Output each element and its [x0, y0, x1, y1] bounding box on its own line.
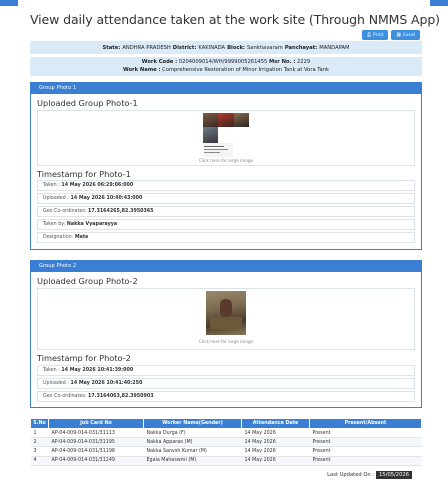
cell-job-card: AP-04-009-014-031/31113 — [48, 428, 144, 439]
photo-1-large-link[interactable]: Click here for large image — [38, 158, 414, 163]
cell-job-card: AP-04-009-014-031/31249 — [48, 456, 144, 466]
uploaded-label: Uploaded : — [43, 381, 69, 386]
block-value: Sankhavaram — [247, 44, 283, 51]
designation-value: Mate — [74, 235, 89, 240]
export-buttons: ⎙ Print ▦ Excel — [361, 30, 420, 40]
table-row: 3 AP-04-009-014-031/31198 Nakka Sanvsh K… — [30, 446, 422, 457]
cell-date: 14 May 2026 — [241, 437, 310, 448]
photo-2-large-link[interactable]: Click here for large image — [38, 339, 414, 344]
uploaded-label: Uploaded : — [43, 196, 69, 201]
block-label: Block: — [227, 44, 245, 51]
cell-date: 14 May 2026 — [241, 446, 310, 457]
cell-worker-name: Nakka Apparao (M) — [143, 437, 242, 448]
cell-sno: 3 — [30, 446, 49, 457]
designation-row: Designation: Mate — [37, 232, 415, 243]
district-label: District: — [172, 44, 197, 51]
geo-label: Geo Co-ordinates: — [43, 394, 87, 399]
table-header-row: S.No Job Card No Worker Name(Gender) Att… — [30, 418, 422, 429]
taken-by-label: Taken by: — [43, 222, 66, 227]
group-photo-2-panel: Group Photo 2 Uploaded Group Photo-2 Cli… — [30, 260, 422, 408]
taken-label: Taken : — [43, 183, 60, 188]
designation-label: Designation: — [43, 235, 74, 240]
geo-value: 17.3164265,82.3950365 — [87, 209, 154, 214]
cell-status: Present — [309, 437, 422, 448]
taken-by-value: Nakka Vyaparayya — [66, 222, 118, 227]
last-updated-label: Last Updated On : — [327, 472, 375, 478]
spreadsheet-icon: ▦ — [396, 32, 402, 38]
geo-1-row: Geo Co-ordinates: 17.3164265,82.3950365 — [37, 206, 415, 217]
cell-sno: 4 — [30, 456, 49, 466]
panchayat-value: MANDAPAM — [319, 44, 350, 51]
geo-2-row: Geo Co-ordinates: 17.3164063,82.3950903 — [37, 391, 415, 402]
geo-value: 17.3164063,82.3950903 — [87, 394, 154, 399]
corner-text: ... — [441, 0, 444, 4]
taken-by-row: Taken by: Nakka Vyaparayya — [37, 219, 415, 230]
table-row: 4 AP-04-009-014-031/31249 Egala Maheswmi… — [30, 456, 422, 466]
work-code-value: 0204009014/WH/9999005261455 — [178, 59, 268, 65]
panel-header: Group Photo 1 — [31, 83, 421, 94]
cell-sno: 2 — [30, 437, 49, 448]
muster-label: Msr No. : — [268, 59, 296, 65]
photo-1-frame: Click here for large image — [37, 110, 415, 166]
taken-value: 14 May 2026 06:29:06:000 — [61, 183, 134, 188]
photo-2-heading: Uploaded Group Photo-2 — [37, 276, 138, 286]
print-button[interactable]: ⎙ Print — [361, 30, 389, 40]
excel-button[interactable]: ▦ Excel — [391, 30, 420, 40]
page: View daily attendance taken at the work … — [18, 0, 440, 483]
group-photo-2-image[interactable] — [206, 291, 246, 335]
panchayat-label: Panchayat: — [284, 44, 318, 51]
page-title: View daily attendance taken at the work … — [30, 12, 440, 27]
photo-1-heading: Uploaded Group Photo-1 — [37, 98, 138, 108]
cell-worker-name: Egala Maheswmi (M) — [143, 456, 242, 466]
work-info-bar: Work Code : 0204009014/WH/9999005261455 … — [30, 57, 422, 76]
table-row: 1 AP-04-009-014-031/31113 Nakka Durga (F… — [30, 428, 422, 439]
cell-worker-name: Nakka Durga (F) — [143, 428, 242, 439]
cell-date: 14 May 2026 — [241, 428, 310, 439]
col-job-card: Job Card No — [48, 418, 144, 429]
print-label: Print — [372, 32, 384, 38]
taken-value: 14 May 2026 10:41:39:000 — [61, 368, 134, 373]
cell-worker-name: Nakka Sanvsh Kumar (M) — [143, 446, 242, 457]
cell-job-card: AP-04-009-014-031/31198 — [48, 446, 144, 457]
panel-header: Group Photo 2 — [31, 261, 421, 272]
cell-job-card: AP-04-009-014-031/31195 — [48, 437, 144, 448]
last-updated-date: 15/05/2026 — [376, 471, 412, 479]
photo-2-frame: Click here for large image — [37, 288, 415, 350]
excel-label: Excel — [403, 32, 415, 38]
taken-2-row: Taken : 14 May 2026 10:41:39:000 — [37, 365, 415, 376]
cell-status: Present — [309, 456, 422, 466]
cell-status: Present — [309, 428, 422, 439]
muster-value: 2229 — [296, 59, 311, 65]
col-worker-name: Worker Name(Gender) — [143, 418, 242, 429]
table-row: 2 AP-04-009-014-031/31195 Nakka Apparao … — [30, 437, 422, 448]
group-photo-1-panel: Group Photo 1 Uploaded Group Photo-1 Cli… — [30, 82, 422, 250]
attendance-table: S.No Job Card No Worker Name(Gender) Att… — [30, 418, 422, 466]
district-value: KAKINADA — [198, 44, 226, 51]
uploaded-value: 14 May 2026 10:40:43:000 — [70, 196, 143, 201]
state-label: State: — [102, 44, 121, 51]
uploaded-2-row: Uploaded : 14 May 2026 10:41:40:250 — [37, 378, 415, 389]
cell-sno: 1 — [30, 428, 49, 439]
location-bar: State: ANDHRA PRADESH District: KAKINADA B… — [30, 41, 422, 54]
cell-date: 14 May 2026 — [241, 456, 310, 466]
geo-label: Geo Co-ordinates: — [43, 209, 87, 214]
cell-status: Present — [309, 446, 422, 457]
timestamp-1-heading: Timestamp for Photo-1 — [37, 169, 131, 179]
taken-1-row: Taken : 14 May 2026 06:29:06:000 — [37, 180, 415, 191]
taken-label: Taken : — [43, 368, 60, 373]
col-present-absent: Present/Absent — [309, 418, 422, 429]
printer-icon: ⎙ — [366, 32, 371, 38]
state-value: ANDHRA PRADESH — [122, 44, 171, 51]
col-sno: S.No — [30, 418, 49, 429]
uploaded-1-row: Uploaded : 14 May 2026 10:40:43:000 — [37, 193, 415, 204]
col-attendance-date: Attendance Date — [241, 418, 310, 429]
timestamp-2-heading: Timestamp for Photo-2 — [37, 353, 131, 363]
work-name-label: Work Name : — [122, 66, 161, 73]
last-updated: Last Updated On : 15/05/2026 — [327, 471, 412, 479]
group-photo-1-image[interactable] — [203, 113, 249, 157]
work-name-value: Comprehensive Restoration of Minor Irrig… — [162, 66, 330, 73]
work-code-label: Work Code : — [141, 59, 178, 65]
uploaded-value: 14 May 2026 10:41:40:250 — [70, 381, 143, 386]
